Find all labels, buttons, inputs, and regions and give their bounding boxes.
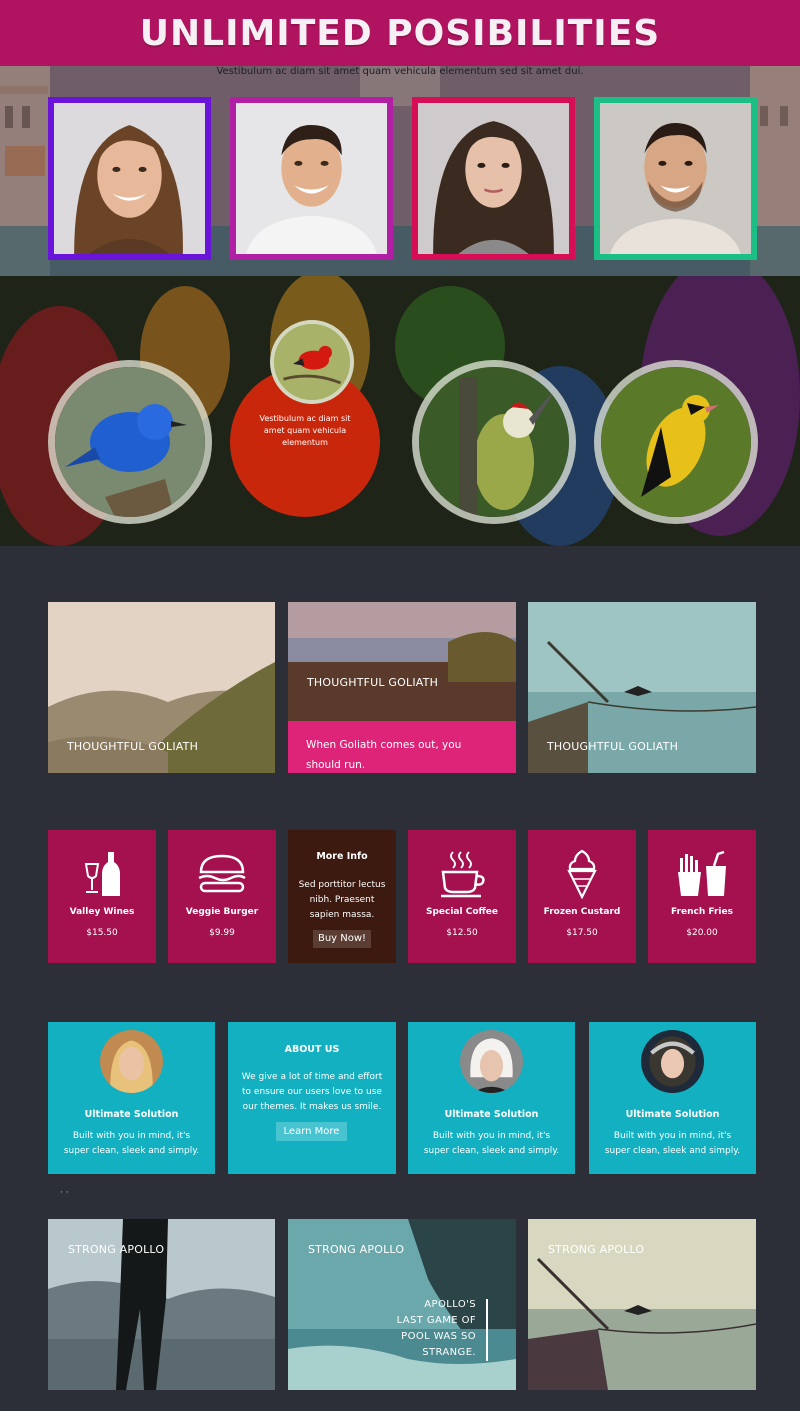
red-bird-icon <box>274 324 350 400</box>
fries-icon <box>648 848 756 900</box>
gallery-tile[interactable]: THOUGHTFUL GOLIATH <box>48 602 275 773</box>
bird-image-scarlet-tanager[interactable] <box>270 320 354 404</box>
man-portrait <box>236 103 387 254</box>
tile-caption: THOUGHTFUL GOLIATH <box>67 740 199 753</box>
pagination-dots[interactable]: · · <box>60 1188 69 1198</box>
quote-divider <box>486 1299 488 1361</box>
tile-caption: THOUGHTFUL GOLIATH <box>307 676 439 689</box>
menu-item-price: $12.50 <box>446 928 478 938</box>
apollo-tile[interactable]: STRONG APOLLO <box>528 1219 756 1390</box>
menu-item-card[interactable]: Valley Wines $15.50 <box>48 830 156 963</box>
menu-item-name: Veggie Burger <box>185 907 259 917</box>
bird-image-bluebird[interactable] <box>48 360 212 524</box>
menu-item-price: $17.50 <box>566 928 598 938</box>
team-member-card[interactable] <box>230 97 393 260</box>
page-title: UNLIMITED POSIBILITIES <box>139 12 661 54</box>
menu-item-price: $15.50 <box>86 928 118 938</box>
avatar <box>460 1030 523 1093</box>
feature-title: Ultimate Solution <box>625 1109 720 1120</box>
more-info-card: More Info Sed porttitor lectus nibh. Pra… <box>288 830 396 963</box>
bird-image-woodpecker[interactable] <box>412 360 576 524</box>
more-info-title: More Info <box>316 851 368 862</box>
ice-cream-icon <box>528 848 636 900</box>
yellow-bird-icon <box>601 367 751 517</box>
tile-caption: STRONG APOLLO <box>308 1243 405 1256</box>
menu-item-name: Frozen Custard <box>543 907 621 917</box>
feature-card[interactable]: Ultimate Solution Built with you in mind… <box>48 1022 215 1174</box>
learn-more-button[interactable]: Learn More <box>276 1122 347 1141</box>
coffee-icon <box>408 848 516 900</box>
feature-text: Built with you in mind, it's super clean… <box>604 1131 741 1156</box>
feature-card[interactable]: Ultimate Solution Built with you in mind… <box>408 1022 575 1174</box>
tile-quote: APOLLO'S LAST GAME OF POOL WAS SO STRANG… <box>396 1299 476 1358</box>
apollo-tile[interactable]: STRONG APOLLO APOLLO'S LAST GAME OF POOL… <box>288 1219 516 1390</box>
team-member-card[interactable] <box>48 97 211 260</box>
menu-item-card[interactable]: French Fries $20.00 <box>648 830 756 963</box>
woodpecker-icon <box>419 367 569 517</box>
tile-overlay: When Goliath comes out, you should run. <box>288 721 516 773</box>
tile-caption: STRONG APOLLO <box>548 1243 645 1256</box>
menu-item-name: Valley Wines <box>69 907 135 917</box>
buy-now-button[interactable]: Buy Now! <box>313 930 371 948</box>
about-text: We give a lot of time and effort to ensu… <box>241 1072 383 1112</box>
birds-caption: Vestibulum ac diam sit amet quam vehicul… <box>259 414 351 447</box>
woman-portrait <box>54 103 205 254</box>
bluebird-icon <box>55 367 205 517</box>
avatar <box>641 1030 704 1093</box>
feature-title: Ultimate Solution <box>444 1109 539 1120</box>
feature-card[interactable]: Ultimate Solution Built with you in mind… <box>589 1022 756 1174</box>
menu-item-price: $9.99 <box>209 928 235 938</box>
wine-icon <box>48 848 156 900</box>
gallery-tile[interactable]: THOUGHTFUL GOLIATH When Goliath comes ou… <box>288 602 516 773</box>
team-member-card[interactable] <box>412 97 575 260</box>
bird-image-oriole[interactable] <box>594 360 758 524</box>
menu-item-card[interactable]: Veggie Burger $9.99 <box>168 830 276 963</box>
team-member-card[interactable] <box>594 97 757 260</box>
menu-item-card[interactable]: Special Coffee $12.50 <box>408 830 516 963</box>
team-subtitle: Vestibulum ac diam sit amet quam vehicul… <box>216 66 584 77</box>
feature-title: Ultimate Solution <box>84 1109 179 1120</box>
menu-item-name: Special Coffee <box>425 907 499 917</box>
birds-section: Vestibulum ac diam sit amet quam vehicul… <box>0 276 800 546</box>
menu-item-card[interactable]: Frozen Custard $17.50 <box>528 830 636 963</box>
tile-caption: STRONG APOLLO <box>68 1243 165 1256</box>
man-portrait <box>600 103 751 254</box>
avatar <box>100 1030 163 1093</box>
more-info-text: Sed porttitor lectus nibh. Praesent sapi… <box>298 880 386 920</box>
tile-overlay-text: When Goliath comes out, you should run. <box>306 739 462 771</box>
burger-icon <box>168 848 276 900</box>
about-title: ABOUT US <box>284 1044 340 1055</box>
apollo-tile[interactable]: STRONG APOLLO <box>48 1219 275 1390</box>
team-section: Vestibulum ac diam sit amet quam vehicul… <box>0 66 800 276</box>
menu-item-name: French Fries <box>671 907 733 917</box>
tile-caption: THOUGHTFUL GOLIATH <box>547 740 679 753</box>
about-card: ABOUT US We give a lot of time and effor… <box>228 1022 396 1174</box>
menu-item-price: $20.00 <box>686 928 718 938</box>
feature-text: Built with you in mind, it's super clean… <box>63 1131 200 1156</box>
woman-portrait <box>418 103 569 254</box>
page-header: UNLIMITED POSIBILITIES <box>0 0 800 66</box>
feature-text: Built with you in mind, it's super clean… <box>423 1131 560 1156</box>
gallery-tile[interactable]: THOUGHTFUL GOLIATH <box>528 602 756 773</box>
